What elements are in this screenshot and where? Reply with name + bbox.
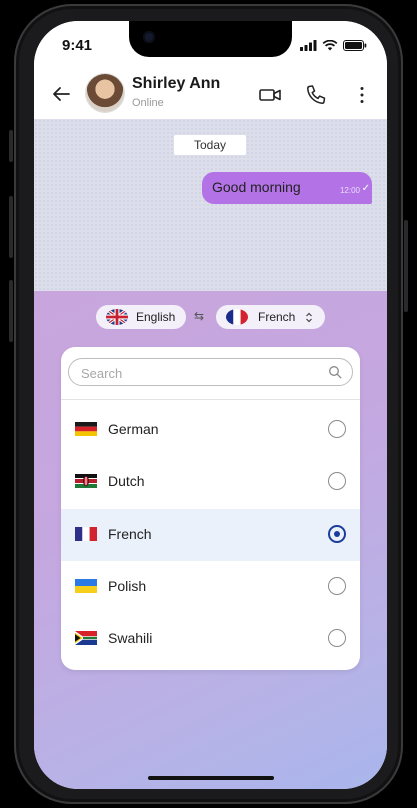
camera-icon <box>143 31 155 43</box>
language-list-card: German Dutch <box>61 347 360 670</box>
search-input[interactable] <box>79 363 323 383</box>
back-arrow-icon[interactable] <box>50 83 72 105</box>
target-language-label: French <box>258 310 296 324</box>
presence-status: Online <box>132 97 164 109</box>
language-label: Dutch <box>108 473 145 489</box>
updown-chevron-icon <box>306 312 312 323</box>
language-label: French <box>108 526 152 542</box>
target-language-pill[interactable]: French <box>216 305 325 329</box>
phone-call-icon[interactable] <box>304 83 328 107</box>
battery-icon <box>343 40 367 51</box>
avatar[interactable] <box>86 74 124 112</box>
uk-flag-icon <box>106 309 128 325</box>
contact-name[interactable]: Shirley Ann <box>132 75 220 93</box>
search-icon[interactable] <box>328 365 342 379</box>
status-time: 9:41 <box>62 37 93 54</box>
language-row-german[interactable]: German <box>61 404 360 456</box>
france-flag-icon <box>226 309 248 325</box>
kenya-flag-icon <box>75 474 97 488</box>
screen: 9:41 Shirley Ann Online Today Good morni… <box>34 21 387 789</box>
france-flag-icon <box>75 527 97 541</box>
message-bubble[interactable]: Good morning 12:00 ✓ <box>202 172 372 204</box>
south-africa-flag-icon <box>75 631 97 645</box>
status-bar: 9:41 <box>34 21 387 71</box>
language-row-polish[interactable]: Polish <box>61 561 360 613</box>
radio-button[interactable] <box>328 577 346 595</box>
radio-button[interactable] <box>328 472 346 490</box>
divider <box>61 399 360 400</box>
source-language-pill[interactable]: English <box>96 305 186 329</box>
message-time: 12:00 <box>339 186 360 195</box>
radio-button-selected[interactable] <box>328 525 346 543</box>
message-text: Good morning <box>212 179 301 195</box>
language-row-dutch[interactable]: Dutch <box>61 456 360 508</box>
chat-area: Today Good morning 12:00 ✓ <box>34 119 387 291</box>
notch <box>129 21 292 57</box>
language-label: Polish <box>108 578 147 594</box>
power-button <box>404 220 408 312</box>
status-icons <box>300 40 367 51</box>
more-options-icon[interactable] <box>350 83 374 107</box>
translate-panel: English ⇆ French Search German Dutch Fre… <box>34 291 387 789</box>
language-label: Swahili <box>108 630 153 646</box>
volume-down-button <box>9 280 13 342</box>
ukraine-flag-icon <box>75 579 97 593</box>
germany-flag-icon <box>75 422 97 436</box>
language-row-swahili[interactable]: Swahili <box>61 613 360 665</box>
video-call-icon[interactable] <box>258 83 282 107</box>
read-check-icon: ✓ <box>361 183 370 194</box>
source-language-label: English <box>136 310 176 324</box>
radio-button[interactable] <box>328 420 346 438</box>
swap-icon[interactable]: ⇆ <box>194 309 204 323</box>
language-label: German <box>108 421 159 437</box>
signal-icon <box>300 40 317 51</box>
radio-button[interactable] <box>328 629 346 647</box>
chat-header: Shirley Ann Online <box>34 71 387 119</box>
date-separator: Today <box>174 135 246 155</box>
language-row-french[interactable]: French <box>61 509 360 561</box>
home-indicator[interactable] <box>148 776 274 780</box>
mute-switch <box>9 130 13 162</box>
volume-up-button <box>9 196 13 258</box>
search-box <box>68 358 353 386</box>
wifi-icon <box>322 40 338 51</box>
language-selector-bar: English ⇆ French <box>34 305 387 331</box>
